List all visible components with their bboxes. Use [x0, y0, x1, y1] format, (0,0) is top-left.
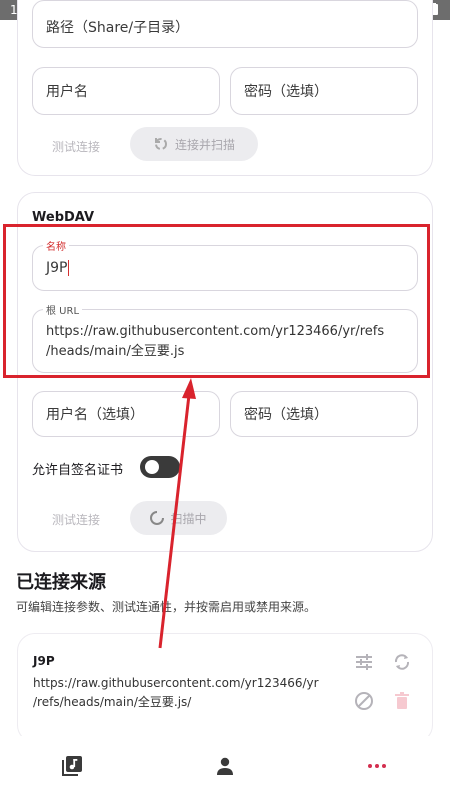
webdav-password-input[interactable]: 密码（选填）: [230, 391, 418, 437]
source-name: J9P: [33, 654, 55, 668]
webdav-scanning-button[interactable]: 扫描中: [130, 501, 227, 535]
tune-icon[interactable]: [352, 650, 376, 674]
smb-password-input[interactable]: 密码（选填）: [230, 67, 418, 115]
self-signed-cert-label: 允许自签名证书: [32, 463, 124, 478]
webdav-username-input[interactable]: 用户名（选填）: [32, 391, 220, 437]
music-library-icon[interactable]: [60, 754, 84, 778]
more-icon[interactable]: [365, 754, 389, 778]
delete-icon[interactable]: [390, 689, 414, 713]
spinner-icon: [150, 511, 165, 525]
smb-path-placeholder: 路径（Share/子目录）: [46, 20, 190, 36]
smb-path-input[interactable]: 路径（Share/子目录）: [32, 0, 418, 48]
annotation-highlight-box: [3, 224, 430, 378]
bottom-navigation: [0, 736, 450, 800]
webdav-test-button[interactable]: 测试连接: [52, 511, 100, 528]
person-icon[interactable]: [213, 754, 237, 778]
webdav-title: WebDAV: [32, 210, 95, 225]
smb-test-button[interactable]: 测试连接: [52, 138, 100, 155]
disable-icon[interactable]: [352, 689, 376, 713]
connected-sources-description: 可编辑连接参数、测试连通性，并按需启用或禁用来源。: [16, 600, 317, 614]
connected-sources-heading: 已连接来源: [16, 572, 106, 593]
source-url-line1: https://raw.githubusercontent.com/yr1234…: [33, 676, 319, 690]
source-card: J9P https://raw.githubusercontent.com/yr…: [17, 633, 433, 743]
self-signed-cert-toggle[interactable]: [140, 456, 180, 478]
refresh-icon[interactable]: [390, 650, 414, 674]
sync-icon: [154, 138, 167, 150]
source-url-line2: /refs/heads/main/全豆要.js/: [33, 695, 192, 709]
smb-username-input[interactable]: 用户名: [32, 67, 220, 115]
smb-connect-scan-button[interactable]: 连接并扫描: [130, 127, 258, 161]
smb-card: 路径（Share/子目录） 用户名 密码（选填） 测试连接 连接并扫描: [17, 0, 433, 176]
